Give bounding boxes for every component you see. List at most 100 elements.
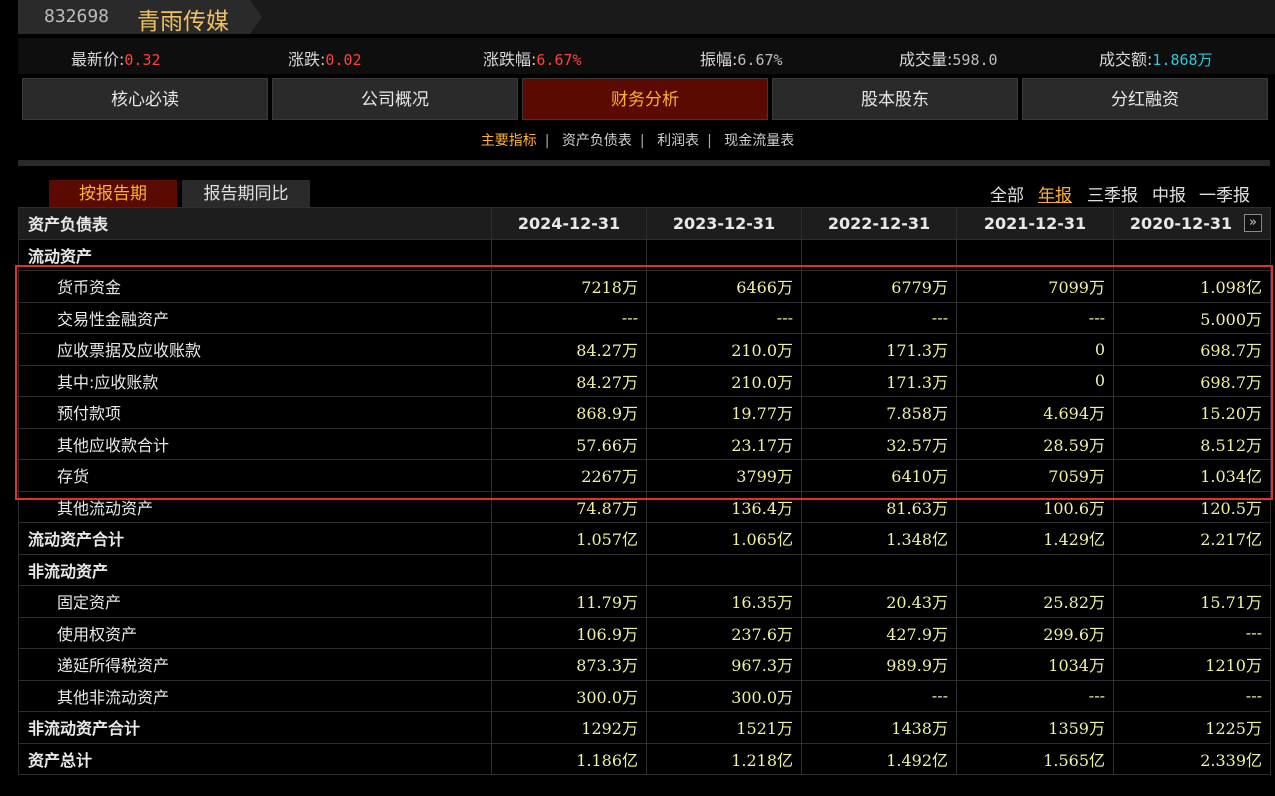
period-q1[interactable]: 一季报 <box>1199 181 1250 206</box>
table-cell: 1225万 <box>1113 711 1271 744</box>
column-header: 2022-12-31 <box>801 207 957 240</box>
row-label: 资产总计 <box>18 742 492 775</box>
table-row: 其他应收款合计 57.66万 23.17万 32.57万 28.59万 8.512万 <box>18 427 1271 460</box>
table-cell: 299.6万 <box>956 616 1114 649</box>
table-row: 其他非流动资产 300.0万 300.0万 --- --- --- <box>18 679 1271 712</box>
table-cell: 106.9万 <box>491 616 647 649</box>
subnav-cash-flow[interactable]: 现金流量表 <box>724 133 794 149</box>
table-cell <box>801 238 957 271</box>
table-cell <box>491 553 647 586</box>
row-label: 非流动资产合计 <box>18 711 492 744</box>
period-interim[interactable]: 中报 <box>1152 181 1186 206</box>
table-cell: 1.034亿 <box>1113 459 1271 492</box>
period-q3[interactable]: 三季报 <box>1087 181 1138 206</box>
column-header: 2024-12-31 <box>491 207 647 240</box>
table-row: 资产总计 1.186亿 1.218亿 1.492亿 1.565亿 2.339亿 <box>18 742 1271 775</box>
table-row: 流动资产合计 1.057亿 1.065亿 1.348亿 1.429亿 2.217亿 <box>18 522 1271 555</box>
table-row: 预付款项 868.9万 19.77万 7.858万 4.694万 15.20万 <box>18 396 1271 429</box>
table-cell: --- <box>1113 616 1271 649</box>
row-label: 其他应收款合计 <box>18 427 492 460</box>
balance-sheet-table: 资产负债表 2024-12-31 2023-12-31 2022-12-31 2… <box>18 207 1271 775</box>
table-cell: 1438万 <box>801 711 957 744</box>
table-cell: 1034万 <box>956 648 1114 681</box>
mode-yoy-button[interactable]: 报告期同比 <box>182 180 310 208</box>
table-cell: --- <box>646 301 802 334</box>
tab-financial-analysis[interactable]: 财务分析 <box>522 78 768 120</box>
table-title: 资产负债表 <box>18 207 492 240</box>
table-cell <box>1113 553 1271 586</box>
table-cell: 1359万 <box>956 711 1114 744</box>
table-cell: 6466万 <box>646 270 802 303</box>
row-label: 其中:应收账款 <box>18 364 492 397</box>
table-cell: 2.217亿 <box>1113 522 1271 555</box>
table-row: 非流动资产合计 1292万 1521万 1438万 1359万 1225万 <box>18 711 1271 744</box>
row-label: 交易性金融资产 <box>18 301 492 334</box>
tab-shareholders[interactable]: 股本股东 <box>772 78 1018 120</box>
quote-amplitude: 振幅:6.67% <box>700 50 783 69</box>
table-row: 其中:应收账款 84.27万 210.0万 171.3万 0 698.7万 <box>18 364 1271 397</box>
table-cell: 28.59万 <box>956 427 1114 460</box>
subnav-income-statement[interactable]: 利润表 <box>657 133 699 149</box>
table-cell: 100.6万 <box>956 490 1114 523</box>
subnav-balance-sheet[interactable]: 资产负债表 <box>562 133 632 149</box>
sub-nav: 主要指标 | 资产负债表 | 利润表 | 现金流量表 <box>480 133 795 149</box>
stock-name: 青雨传媒 <box>137 9 229 35</box>
table-cell: 4.694万 <box>956 396 1114 429</box>
subnav-key-indicators[interactable]: 主要指标 <box>481 133 537 149</box>
table-cell: 23.17万 <box>646 427 802 460</box>
table-cell: 1521万 <box>646 711 802 744</box>
table-cell: --- <box>1113 679 1271 712</box>
table-row: 递延所得税资产 873.3万 967.3万 989.9万 1034万 1210万 <box>18 648 1271 681</box>
table-cell: 15.20万 <box>1113 396 1271 429</box>
table-cell: 171.3万 <box>801 333 957 366</box>
table-cell: 868.9万 <box>491 396 647 429</box>
double-chevron-right-icon[interactable]: » <box>1244 214 1262 232</box>
table-cell <box>491 238 647 271</box>
row-label: 递延所得税资产 <box>18 648 492 681</box>
table-cell: 1.492亿 <box>801 742 957 775</box>
table-cell: 1.565亿 <box>956 742 1114 775</box>
table-cell: 2.339亿 <box>1113 742 1271 775</box>
section-divider <box>18 160 1270 166</box>
table-cell: 120.5万 <box>1113 490 1271 523</box>
table-cell: 698.7万 <box>1113 364 1271 397</box>
table-cell <box>956 238 1114 271</box>
table-cell: 3799万 <box>646 459 802 492</box>
quote-change-pct: 涨跌幅:6.67% <box>483 50 582 69</box>
table-cell <box>646 238 802 271</box>
mode-by-period-button[interactable]: 按报告期 <box>49 180 177 208</box>
period-annual[interactable]: 年报 <box>1038 181 1072 206</box>
row-label: 预付款项 <box>18 396 492 429</box>
tab-dividends[interactable]: 分红融资 <box>1022 78 1268 120</box>
row-label: 流动资产合计 <box>18 522 492 555</box>
table-row: 非流动资产 <box>18 553 1271 586</box>
table-cell <box>801 553 957 586</box>
table-cell: 0 <box>956 333 1114 366</box>
tab-core[interactable]: 核心必读 <box>22 78 268 120</box>
row-label: 非流动资产 <box>18 553 492 586</box>
table-cell: 989.9万 <box>801 648 957 681</box>
table-row: 货币资金 7218万 6466万 6779万 7099万 1.098亿 <box>18 270 1271 303</box>
column-header: 2023-12-31 <box>646 207 802 240</box>
tab-company-profile[interactable]: 公司概况 <box>272 78 518 120</box>
quote-turnover: 成交额:1.868万 <box>1099 50 1213 69</box>
table-cell: --- <box>491 301 647 334</box>
quote-change: 涨跌:0.02 <box>288 50 362 69</box>
quote-last-price: 最新价:0.32 <box>71 50 161 69</box>
table-cell: 873.3万 <box>491 648 647 681</box>
table-cell: 237.6万 <box>646 616 802 649</box>
table-cell: --- <box>956 679 1114 712</box>
table-cell: 19.77万 <box>646 396 802 429</box>
column-header: 2021-12-31 <box>956 207 1114 240</box>
table-cell: 0 <box>956 364 1114 397</box>
table-cell: 136.4万 <box>646 490 802 523</box>
table-cell: 84.27万 <box>491 364 647 397</box>
period-all[interactable]: 全部 <box>990 181 1024 206</box>
table-row: 固定资产 11.79万 16.35万 20.43万 25.82万 15.71万 <box>18 585 1271 618</box>
table-cell: 967.3万 <box>646 648 802 681</box>
table-row: 交易性金融资产 --- --- --- --- 5.000万 <box>18 301 1271 334</box>
table-cell: 57.66万 <box>491 427 647 460</box>
table-cell: 1.348亿 <box>801 522 957 555</box>
table-row: 流动资产 <box>18 238 1271 271</box>
table-cell: --- <box>801 301 957 334</box>
